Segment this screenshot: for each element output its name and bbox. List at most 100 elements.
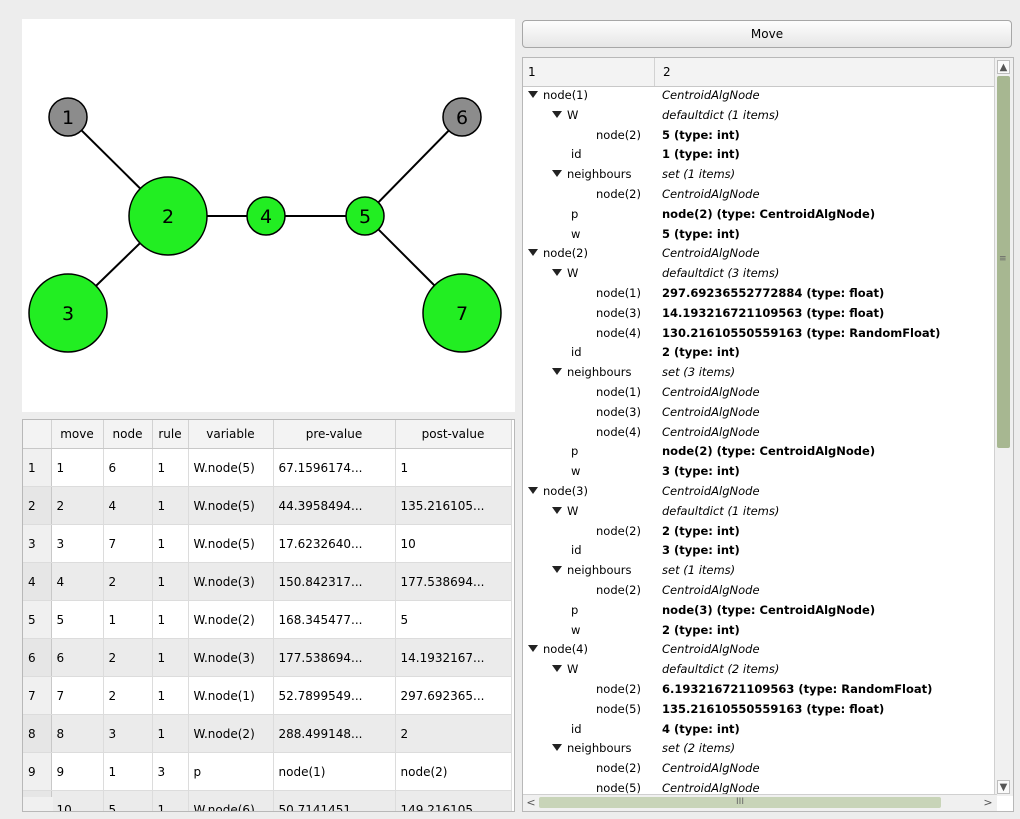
table-cell[interactable]: 135.216105... (395, 486, 512, 525)
table-cell[interactable]: 288.499148... (273, 714, 396, 753)
tree-row[interactable]: neighbours set (1 items) (523, 563, 995, 583)
table-row[interactable]: 7 7 2 1 W.node(1) 52.7899549... 297.692365... (23, 676, 512, 715)
tree-row[interactable]: node(4) CentroidAlgNode (523, 642, 995, 662)
tree-row[interactable]: Wdefaultdict (1 items) (523, 504, 995, 524)
tree-row[interactable]: Wdefaultdict (2 items) (523, 662, 995, 682)
column-header-index[interactable] (23, 420, 52, 449)
tree-vertical-scrollbar[interactable]: ▲ ≡ ▼ (994, 58, 1013, 796)
tree-row[interactable]: node(5) 135.21610550559163 (type: float) (523, 702, 995, 722)
expand-triangle-icon[interactable] (528, 645, 538, 653)
table-cell[interactable]: 2 (103, 638, 153, 677)
table-row[interactable]: 8 8 3 1 W.node(2) 288.499148... 2 (23, 714, 512, 753)
expand-triangle-icon[interactable] (552, 665, 562, 673)
table-cell[interactable]: W.node(1) (188, 676, 274, 715)
tree-row[interactable]: p node(2) (type: CentroidAlgNode) (523, 444, 995, 464)
table-cell[interactable]: 1 (152, 486, 189, 525)
table-cell[interactable]: 44.3958494... (273, 486, 396, 525)
column-header-move[interactable]: move (51, 420, 104, 449)
table-row[interactable]: 101051W.node(6)50.7141451...149.216105..… (23, 790, 512, 811)
table-cell[interactable]: 297.692365... (395, 676, 512, 715)
state-tree-view[interactable]: 1 2 node(1) CentroidAlgNode Wdefaultdict (… (522, 57, 1014, 812)
table-row[interactable]: 4 4 2 1 W.node(3) 150.842317... 177.538694... (23, 562, 512, 601)
tree-row[interactable]: node(2) CentroidAlgNode (523, 761, 995, 781)
tree-header-col2[interactable]: 2 (663, 65, 671, 79)
table-cell[interactable]: 1 (152, 676, 189, 715)
table-cell[interactable]: 4 (51, 562, 104, 601)
table-cell[interactable]: 6 (51, 638, 104, 677)
hscroll-thumb[interactable]: III (539, 797, 941, 808)
table-row[interactable]: 9 9 1 3 p node(1) node(2) (23, 752, 512, 791)
tree-row[interactable]: node(3) CentroidAlgNode (523, 484, 995, 504)
tree-row[interactable]: Wdefaultdict (1 items) (523, 108, 995, 128)
table-cell[interactable]: 3 (152, 752, 189, 791)
expand-triangle-icon[interactable] (552, 744, 562, 752)
table-cell[interactable]: 14.1932167... (395, 638, 512, 677)
expand-triangle-icon[interactable] (528, 91, 538, 98)
graph-canvas[interactable]: 1 2 3 4 5 6 7 (22, 19, 515, 412)
graph-node-3[interactable]: 3 (28, 273, 108, 353)
table-row[interactable]: 2 2 4 1 W.node(5) 44.3958494... 135.216105... (23, 486, 512, 525)
tree-row[interactable]: node(1) CentroidAlgNode (523, 88, 995, 108)
row-number[interactable]: 4 (23, 562, 52, 601)
table-cell[interactable]: 1 (51, 448, 104, 487)
row-number[interactable]: 7 (23, 676, 52, 715)
tree-row[interactable]: node(2) CentroidAlgNode (523, 187, 995, 207)
expand-triangle-icon[interactable] (528, 486, 538, 494)
scroll-left-icon[interactable]: < (524, 796, 538, 809)
table-cell[interactable]: 67.1596174... (273, 448, 396, 487)
table-cell[interactable]: node(1) (273, 752, 396, 791)
table-cell[interactable]: 1 (103, 752, 153, 791)
table-cell[interactable]: W.node(5) (188, 486, 274, 525)
table-cell[interactable]: 4 (103, 486, 153, 525)
tree-row[interactable]: neighbours set (1 items) (523, 167, 995, 187)
graph-node-4[interactable]: 4 (246, 196, 286, 236)
tree-row[interactable]: id 1 (type: int) (523, 147, 995, 167)
expand-triangle-icon[interactable] (552, 368, 562, 376)
graph-node-6[interactable]: 6 (442, 97, 482, 137)
table-cell[interactable]: W.node(3) (188, 638, 274, 677)
table-cell[interactable]: 50.7141451... (273, 790, 396, 811)
tree-row[interactable]: id 2 (type: int) (523, 345, 995, 365)
table-cell[interactable]: 3 (103, 714, 153, 753)
table-cell[interactable]: 177.538694... (273, 638, 396, 677)
scroll-down-icon[interactable]: ▼ (997, 780, 1010, 794)
tree-row[interactable]: node(4) 130.21610550559163 (type: RandomF… (523, 326, 995, 346)
table-cell[interactable]: 2 (51, 486, 104, 525)
table-cell[interactable]: 150.842317... (273, 562, 396, 601)
table-cell[interactable]: 1 (152, 600, 189, 639)
table-cell[interactable]: 2 (103, 676, 153, 715)
tree-row[interactable]: node(3) 14.193216721109563 (type: float) (523, 306, 995, 326)
graph-node-1[interactable]: 1 (48, 97, 88, 137)
tree-row[interactable]: node(1) CentroidAlgNode (523, 385, 995, 405)
tree-row[interactable]: w 3 (type: int) (523, 464, 995, 484)
tree-row[interactable]: id 3 (type: int) (523, 543, 995, 563)
table-cell[interactable]: 177.538694... (395, 562, 512, 601)
table-cell[interactable]: 1 (152, 638, 189, 677)
tree-row[interactable]: node(2) CentroidAlgNode (523, 583, 995, 603)
scroll-up-icon[interactable]: ▲ (997, 60, 1010, 74)
expand-triangle-icon[interactable] (552, 269, 562, 277)
tree-header-col1[interactable]: 1 (528, 65, 536, 79)
table-cell[interactable]: 10 (395, 524, 512, 563)
moves-table[interactable]: move node rule variable pre-value post-value … (22, 419, 515, 812)
graph-node-7[interactable]: 7 (422, 273, 502, 353)
table-row[interactable]: 6 6 2 1 W.node(3) 177.538694... 14.1932167... (23, 638, 512, 677)
table-cell[interactable]: 6 (103, 448, 153, 487)
expand-triangle-icon[interactable] (552, 506, 562, 514)
scroll-right-icon[interactable]: > (981, 796, 995, 809)
column-header-post-value[interactable]: post-value (395, 420, 512, 449)
table-cell[interactable]: 1 (395, 448, 512, 487)
table-cell[interactable]: 1 (152, 714, 189, 753)
table-row[interactable]: 1 1 6 1 W.node(5) 67.1596174... 1 (23, 448, 512, 487)
expand-triangle-icon[interactable] (552, 170, 562, 178)
tree-row[interactable]: node(2) 5 (type: int) (523, 128, 995, 148)
tree-row[interactable]: p node(3) (type: CentroidAlgNode) (523, 603, 995, 623)
table-cell[interactable]: 1 (152, 524, 189, 563)
table-cell[interactable]: 168.345477... (273, 600, 396, 639)
table-cell[interactable]: W.node(3) (188, 562, 274, 601)
table-row[interactable]: 5 5 1 1 W.node(2) 168.345477... 5 (23, 600, 512, 639)
row-number[interactable]: 6 (23, 638, 52, 677)
tree-row[interactable]: p node(2) (type: CentroidAlgNode) (523, 207, 995, 227)
expand-triangle-icon[interactable] (528, 249, 538, 257)
move-button[interactable]: Move (522, 20, 1012, 48)
